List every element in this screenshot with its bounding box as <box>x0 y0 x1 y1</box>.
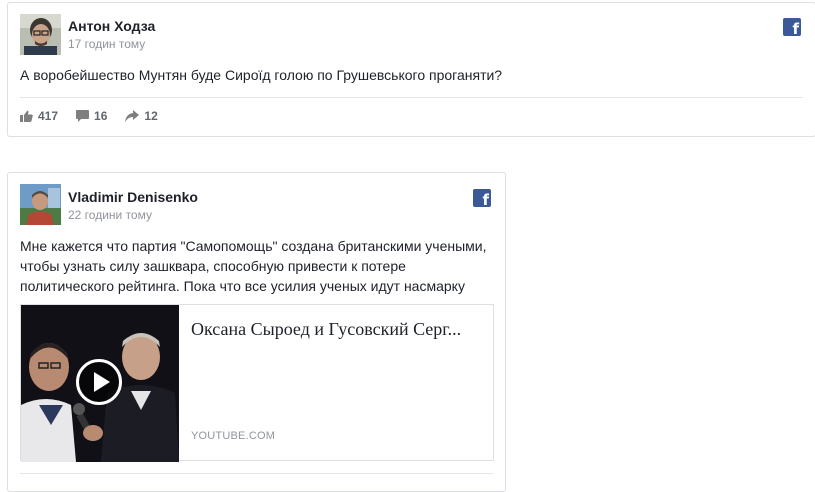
comment-icon <box>76 110 90 122</box>
divider <box>20 97 803 98</box>
like-count: 417 <box>38 109 59 123</box>
like-button[interactable]: 417 <box>20 109 58 123</box>
link-domain: YOUTUBE.COM <box>191 430 276 442</box>
share-button[interactable]: 12 <box>125 109 158 123</box>
video-thumbnail[interactable] <box>21 305 179 462</box>
share-count: 12 <box>144 109 158 123</box>
link-preview-card[interactable]: Оксана Сыроед и Гусовский Серг... YOUTUB… <box>20 304 494 462</box>
comment-button[interactable]: 16 <box>76 109 107 123</box>
post-text: Мне кажется что партия "Самопомощь" созд… <box>20 236 487 296</box>
post-text-line: политического рейтинга. Пока что все уси… <box>20 278 465 294</box>
post-text-line: Мне кажется что партия "Самопомощь" созд… <box>20 238 487 254</box>
author-name[interactable]: Антон Ходза <box>68 18 155 34</box>
comment-count: 16 <box>94 109 108 123</box>
author-name[interactable]: Vladimir Denisenko <box>68 189 198 205</box>
link-title[interactable]: Оксана Сыроед и Гусовский Серг... <box>191 319 487 340</box>
post-timestamp[interactable]: 22 години тому <box>68 208 152 222</box>
thumbs-up-icon <box>20 110 33 122</box>
divider <box>20 473 493 474</box>
avatar[interactable] <box>20 14 61 55</box>
post-text-line: чтобы узнать силу зашквара, способную пр… <box>20 258 406 274</box>
post-actions: 417 16 12 <box>20 109 176 123</box>
facebook-post: Vladimir Denisenko 22 години тому f Мне … <box>7 172 506 492</box>
facebook-icon[interactable]: f <box>783 18 801 38</box>
facebook-icon[interactable]: f <box>473 189 491 209</box>
post-timestamp[interactable]: 17 годин тому <box>68 37 145 51</box>
avatar[interactable] <box>20 184 61 225</box>
facebook-post: Антон Ходза 17 годин тому f А воробейшес… <box>7 2 815 137</box>
post-text: А воробейшество Мунтян буде Сироїд голою… <box>20 67 503 83</box>
play-icon[interactable] <box>76 359 122 405</box>
share-arrow-icon <box>125 110 140 122</box>
